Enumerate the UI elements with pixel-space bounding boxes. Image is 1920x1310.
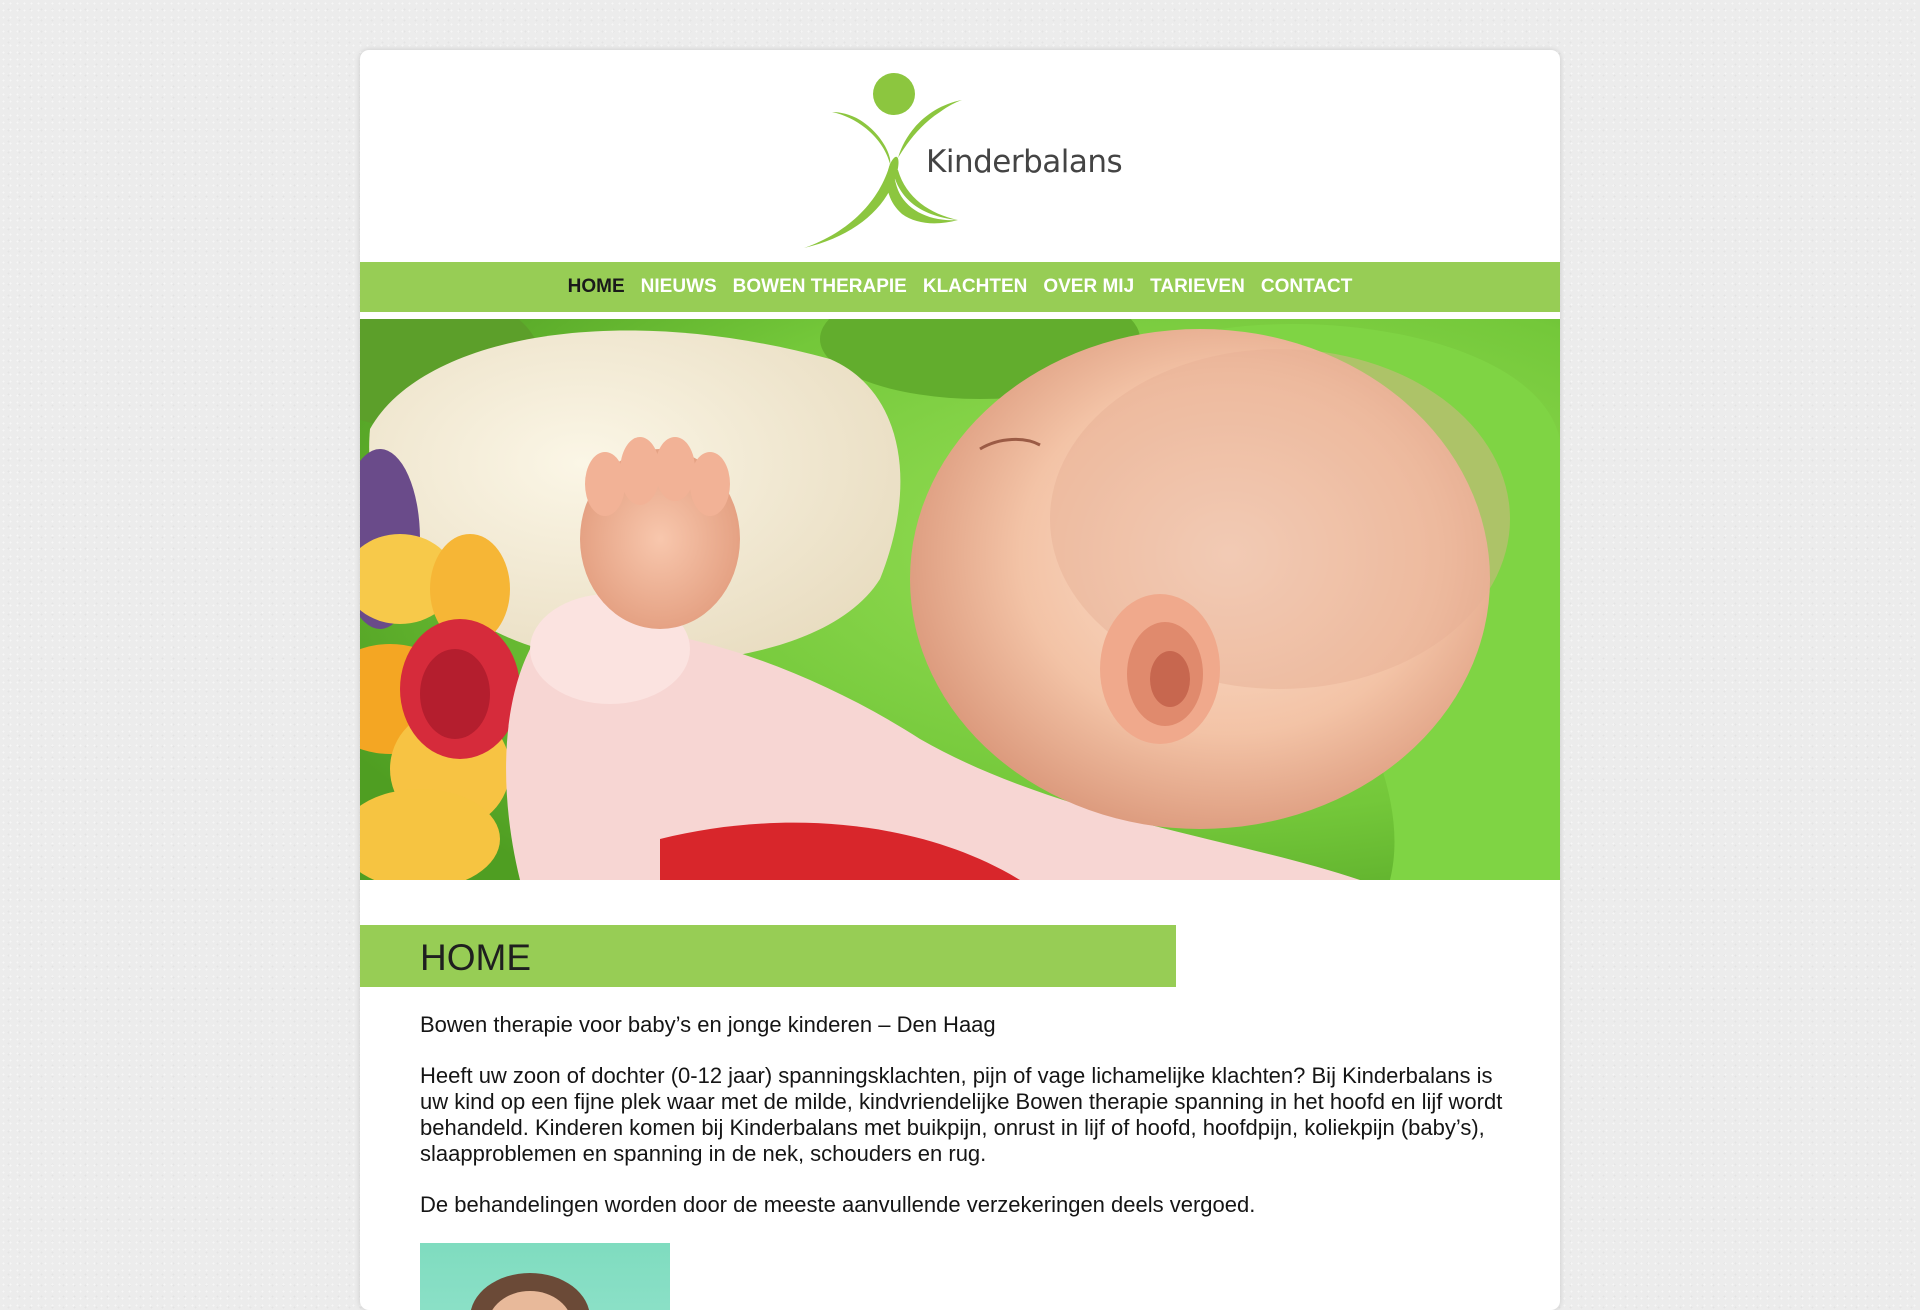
nav-item-bowen-therapie[interactable]: BOWEN THERAPIE — [733, 276, 907, 298]
site-logo[interactable]: Kinderbalans — [780, 60, 1140, 260]
sleeping-baby-photo — [360, 319, 1560, 880]
nav-item-klachten[interactable]: KLACHTEN — [923, 276, 1028, 298]
insurance-paragraph: De behandelingen worden door de meeste a… — [420, 1192, 1256, 1217]
nav-item-nieuws[interactable]: NIEUWS — [641, 276, 717, 298]
main-navigation: HOME NIEUWS BOWEN THERAPIE KLACHTEN OVER… — [360, 262, 1560, 312]
brand-name: Kinderbalans — [926, 144, 1123, 180]
description-paragraph: Heeft uw zoon of dochter (0-12 jaar) spa… — [420, 1063, 1503, 1166]
main-content: Bowen therapie voor baby’s en jonge kind… — [420, 1012, 1510, 1243]
page-title: HOME — [420, 937, 531, 978]
nav-item-contact[interactable]: CONTACT — [1261, 276, 1352, 298]
intro-paragraph: Bowen therapie voor baby’s en jonge kind… — [420, 1012, 996, 1037]
hero-image — [360, 319, 1560, 880]
page-title-band: HOME — [360, 925, 1176, 987]
nav-item-tarieven[interactable]: TARIEVEN — [1150, 276, 1245, 298]
site-header: Kinderbalans — [360, 50, 1560, 262]
nav-item-home[interactable]: HOME — [568, 276, 625, 298]
page-container: Kinderbalans HOME NIEUWS BOWEN THERAPIE … — [360, 50, 1560, 1310]
nav-item-over-mij[interactable]: OVER MIJ — [1043, 276, 1134, 298]
portrait-photo — [420, 1243, 670, 1310]
